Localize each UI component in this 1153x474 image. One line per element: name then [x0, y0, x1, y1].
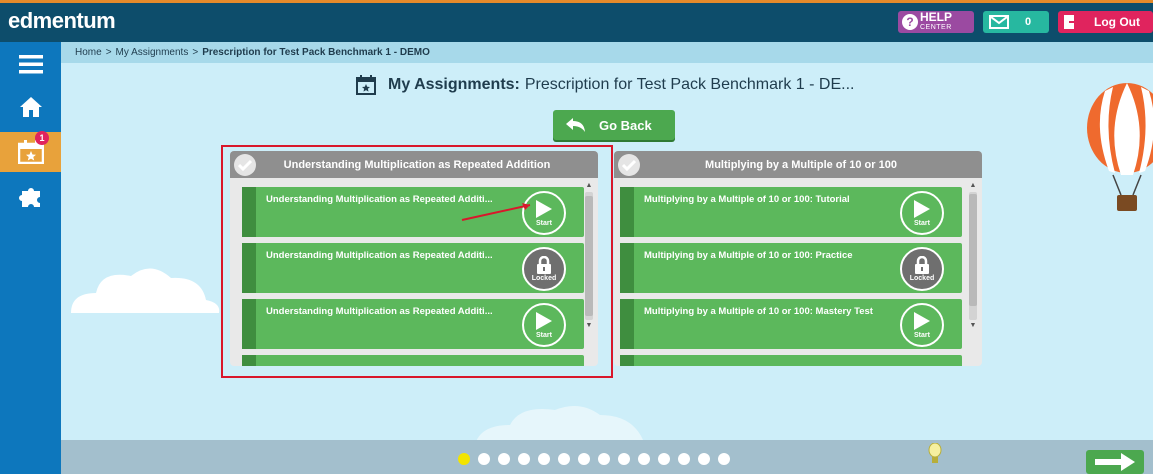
scroll-up-icon[interactable]: ▲: [968, 182, 978, 190]
activity-label: Multiplying by a Multiple of 10 or 100: …: [644, 194, 850, 205]
activity-item[interactable]: Multiplying by a Multiple of 10 or 100: …: [620, 243, 962, 293]
pagination-dot[interactable]: [578, 453, 590, 465]
scroll-track[interactable]: [969, 192, 977, 320]
top-accent-stripe: [0, 0, 1153, 3]
logout-button[interactable]: Log Out: [1058, 11, 1153, 33]
pagination-dot[interactable]: [498, 453, 510, 465]
lightbulb-icon: [928, 443, 942, 463]
pagination-dot[interactable]: [478, 453, 490, 465]
pagination-dot[interactable]: [718, 453, 730, 465]
home-icon: [19, 97, 42, 117]
start-button[interactable]: Start: [900, 303, 944, 347]
breadcrumb-current: Prescription for Test Pack Benchmark 1 -…: [202, 47, 430, 58]
breadcrumb-my-assignments[interactable]: My Assignments: [116, 47, 189, 58]
back-arrow-icon: [566, 118, 585, 132]
pagination-dot[interactable]: [458, 453, 470, 465]
play-icon: [914, 200, 930, 218]
activity-panel-multiple-of-10: Multiplying by a Multiple of 10 or 100 M…: [614, 151, 982, 366]
pagination-dot[interactable]: [658, 453, 670, 465]
activity-list: Multiplying by a Multiple of 10 or 100: …: [614, 178, 982, 366]
play-icon: [914, 312, 930, 330]
logout-label: Log Out: [1094, 15, 1140, 29]
start-label: Start: [914, 220, 930, 227]
activity-item[interactable]: Multiplying by a Multiple of 10 or 100: …: [620, 187, 962, 237]
panel-title: Multiplying by a Multiple of 10 or 100: [705, 158, 897, 171]
home-button[interactable]: [0, 87, 61, 127]
activity-strip: [620, 299, 634, 349]
logout-icon: [1064, 15, 1082, 29]
edmentum-logo[interactable]: edmentum: [8, 8, 116, 34]
sidebar: 1: [0, 42, 61, 474]
locked-button: Locked: [900, 247, 944, 291]
breadcrumb-separator: >: [105, 47, 112, 58]
next-page-button[interactable]: [1086, 450, 1144, 474]
envelope-icon: [989, 15, 1009, 29]
go-back-button[interactable]: Go Back: [553, 110, 675, 140]
lock-icon: [915, 256, 929, 274]
page-title-prefix: My Assignments:: [388, 76, 520, 93]
cloud-decoration: [71, 268, 220, 313]
hot-air-balloon-decoration: [1087, 83, 1153, 211]
help-center-button[interactable]: ? HELP CENTER: [898, 11, 974, 33]
annotation-highlight-box: [221, 145, 613, 378]
start-label: Start: [914, 332, 930, 339]
pagination-dot[interactable]: [678, 453, 690, 465]
breadcrumb: Home > My Assignments > Prescription for…: [61, 42, 1153, 63]
pagination-dot[interactable]: [518, 453, 530, 465]
pagination-dot[interactable]: [538, 453, 550, 465]
activity-label: Multiplying by a Multiple of 10 or 100: …: [644, 250, 853, 261]
pagination-dot[interactable]: [558, 453, 570, 465]
menu-button[interactable]: [0, 44, 61, 84]
scroll-down-icon[interactable]: ▼: [968, 322, 978, 330]
top-bar: edmentum ? HELP CENTER 0 Log Out: [0, 0, 1153, 42]
assignments-button[interactable]: 1: [0, 131, 61, 172]
puzzle-button[interactable]: [0, 177, 61, 217]
page-title: My Assignments: Prescription for Test Pa…: [356, 73, 854, 97]
assignments-badge: 1: [35, 131, 49, 145]
question-icon: ?: [902, 14, 918, 30]
panel-header: Multiplying by a Multiple of 10 or 100: [614, 151, 982, 178]
cloud-decoration: [475, 406, 645, 445]
start-button[interactable]: Start: [900, 191, 944, 235]
activity-strip: [620, 355, 634, 366]
messages-count: 0: [1025, 16, 1032, 28]
pagination-dot[interactable]: [698, 453, 710, 465]
activity-strip: [620, 187, 634, 237]
pagination-dot[interactable]: [618, 453, 630, 465]
breadcrumb-home[interactable]: Home: [75, 47, 102, 58]
activity-strip: [620, 243, 634, 293]
checkmark-icon: [618, 153, 640, 176]
activity-label: Multiplying by a Multiple of 10 or 100: …: [644, 306, 873, 317]
breadcrumb-separator: >: [192, 47, 199, 58]
pagination-dot[interactable]: [638, 453, 650, 465]
messages-button[interactable]: 0: [983, 11, 1049, 33]
puzzle-icon: [18, 188, 40, 207]
scroll-thumb[interactable]: [969, 194, 977, 306]
help-label: HELP: [920, 10, 953, 24]
page-title-text: Prescription for Test Pack Benchmark 1 -…: [524, 76, 855, 93]
menu-icon: [18, 55, 43, 74]
right-arrow-icon: [1095, 453, 1135, 471]
locked-label: Locked: [909, 275, 935, 282]
pagination-dot[interactable]: [598, 453, 610, 465]
calendar-star-icon: [356, 75, 376, 95]
help-center-label: CENTER: [920, 24, 952, 31]
activity-item[interactable]: Multiplying by a Multiple of 10 or 100: …: [620, 299, 962, 349]
pagination-dots: [458, 453, 730, 465]
activity-item-partial[interactable]: [620, 355, 962, 366]
annotation-arrow: [461, 203, 531, 221]
go-back-label: Go Back: [599, 117, 652, 133]
panel-scrollbar[interactable]: ▲ ▼: [968, 182, 978, 360]
